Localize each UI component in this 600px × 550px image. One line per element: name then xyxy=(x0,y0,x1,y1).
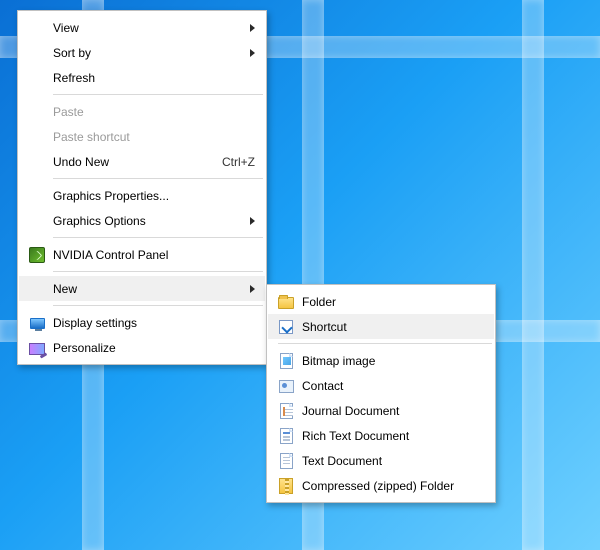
menu-label: Paste shortcut xyxy=(53,130,255,144)
menu-label: NVIDIA Control Panel xyxy=(53,248,255,262)
menu-item-refresh[interactable]: Refresh xyxy=(19,65,265,90)
journal-icon xyxy=(274,403,298,419)
menu-separator xyxy=(53,305,263,306)
submenu-item-journal[interactable]: Journal Document xyxy=(268,398,494,423)
menu-item-personalize[interactable]: Personalize xyxy=(19,335,265,360)
menu-label: Bitmap image xyxy=(302,354,484,368)
wallpaper-beam xyxy=(522,0,544,550)
menu-item-graphics-properties[interactable]: Graphics Properties... xyxy=(19,183,265,208)
menu-label: Display settings xyxy=(53,316,255,330)
menu-item-nvidia-control-panel[interactable]: NVIDIA Control Panel xyxy=(19,242,265,267)
menu-separator xyxy=(53,271,263,272)
menu-label: Rich Text Document xyxy=(302,429,484,443)
submenu-item-text[interactable]: Text Document xyxy=(268,448,494,473)
menu-label: View xyxy=(53,21,244,35)
shortcut-icon xyxy=(274,320,298,334)
nvidia-icon xyxy=(25,247,49,263)
menu-label: Compressed (zipped) Folder xyxy=(302,479,484,493)
submenu-item-folder[interactable]: Folder xyxy=(268,289,494,314)
menu-label: Undo New xyxy=(53,155,214,169)
text-icon xyxy=(274,453,298,469)
menu-separator xyxy=(53,178,263,179)
menu-item-undo-new[interactable]: Undo New Ctrl+Z xyxy=(19,149,265,174)
menu-item-new[interactable]: New xyxy=(19,276,265,301)
menu-item-graphics-options[interactable]: Graphics Options xyxy=(19,208,265,233)
submenu-item-contact[interactable]: Contact xyxy=(268,373,494,398)
submenu-item-shortcut[interactable]: Shortcut xyxy=(268,314,494,339)
submenu-item-bitmap[interactable]: Bitmap image xyxy=(268,348,494,373)
menu-label: Refresh xyxy=(53,71,255,85)
menu-label: Folder xyxy=(302,295,484,309)
menu-separator xyxy=(53,237,263,238)
contact-icon xyxy=(274,379,298,392)
chevron-right-icon xyxy=(250,24,255,32)
zip-icon xyxy=(274,478,298,494)
new-submenu: Folder Shortcut Bitmap image Contact Jou… xyxy=(266,284,496,503)
menu-item-paste: Paste xyxy=(19,99,265,124)
chevron-right-icon xyxy=(250,285,255,293)
personalize-icon xyxy=(25,342,49,354)
menu-label: Graphics Options xyxy=(53,214,244,228)
menu-label: Sort by xyxy=(53,46,244,60)
chevron-right-icon xyxy=(250,217,255,225)
submenu-item-zip[interactable]: Compressed (zipped) Folder xyxy=(268,473,494,498)
menu-label: Shortcut xyxy=(302,320,484,334)
menu-item-sort-by[interactable]: Sort by xyxy=(19,40,265,65)
menu-item-view[interactable]: View xyxy=(19,15,265,40)
rtf-icon xyxy=(274,428,298,444)
bitmap-icon xyxy=(274,353,298,369)
menu-label: Personalize xyxy=(53,341,255,355)
menu-label: Contact xyxy=(302,379,484,393)
menu-label: Text Document xyxy=(302,454,484,468)
menu-label: Paste xyxy=(53,105,255,119)
menu-item-paste-shortcut: Paste shortcut xyxy=(19,124,265,149)
menu-separator xyxy=(53,94,263,95)
menu-label: Graphics Properties... xyxy=(53,189,255,203)
folder-icon xyxy=(274,296,298,308)
submenu-item-rtf[interactable]: Rich Text Document xyxy=(268,423,494,448)
desktop-context-menu: View Sort by Refresh Paste Paste shortcu… xyxy=(17,10,267,365)
monitor-icon xyxy=(25,317,49,328)
menu-separator xyxy=(278,343,492,344)
menu-label: New xyxy=(53,282,244,296)
menu-accelerator: Ctrl+Z xyxy=(222,155,255,169)
menu-label: Journal Document xyxy=(302,404,484,418)
menu-item-display-settings[interactable]: Display settings xyxy=(19,310,265,335)
chevron-right-icon xyxy=(250,49,255,57)
